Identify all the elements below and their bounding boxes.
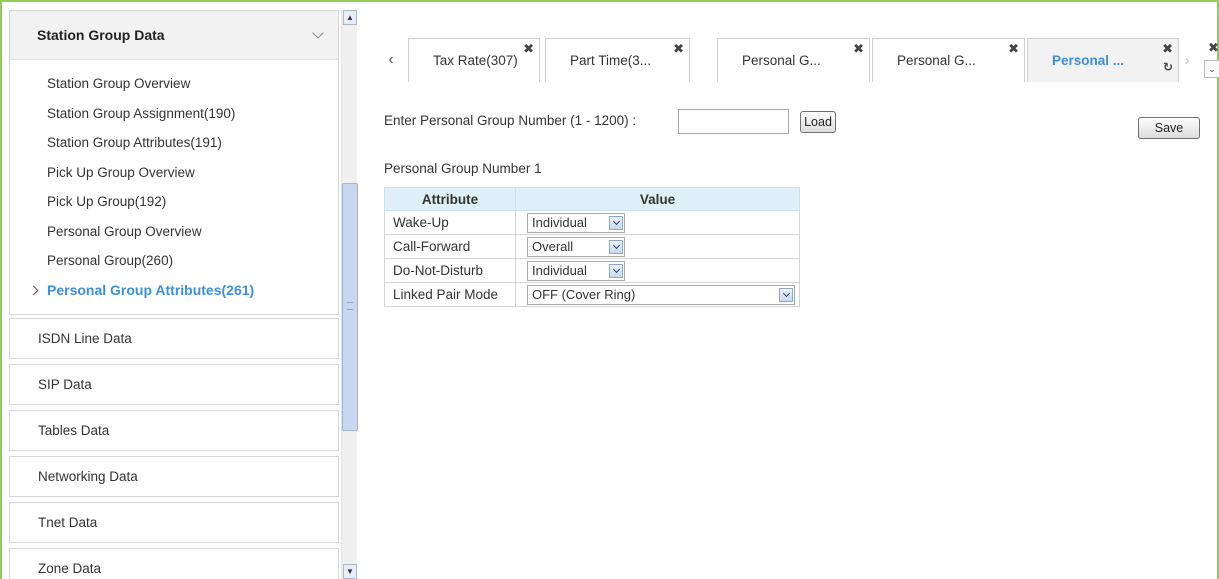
column-header-attribute: Attribute — [384, 187, 516, 211]
value-cell: OFF (Cover Ring) — [515, 282, 800, 307]
value-cell: Individual — [515, 210, 800, 235]
sidebar-section-zone-data[interactable]: Zone Data — [9, 548, 339, 579]
sidebar-section-sip-data[interactable]: SIP Data — [9, 364, 339, 405]
tab-label: Part Time(3... — [570, 53, 652, 68]
chevron-down-icon: ⌄ — [1208, 63, 1216, 74]
sidebar-section-label: Zone Data — [38, 561, 102, 576]
tab-personal-group-2[interactable]: Personal G... ✖ — [872, 38, 1025, 82]
table-row: Call-Forward Overall — [384, 234, 800, 259]
sidebar-item-pick-up-group-overview[interactable]: Pick Up Group Overview — [10, 158, 338, 188]
chevron-down-icon — [609, 263, 623, 278]
close-icon[interactable]: ✖ — [1162, 41, 1173, 57]
attribute-cell: Wake-Up — [384, 210, 516, 235]
table-row: Wake-Up Individual — [384, 210, 800, 235]
table-row: Do-Not-Disturb Individual — [384, 258, 800, 283]
sidebar-item-label: Pick Up Group Overview — [47, 164, 195, 180]
grip-icon — [347, 302, 353, 310]
attribute-cell: Linked Pair Mode — [384, 282, 516, 307]
station-group-header[interactable]: Station Group Data — [10, 11, 338, 60]
close-icon[interactable]: ✖ — [673, 41, 684, 57]
tab-tax-rate[interactable]: Tax Rate(307) ✖ — [408, 38, 540, 82]
sidebar-item-station-group-attributes[interactable]: Station Group Attributes(191) — [10, 128, 338, 158]
sidebar-item-label: Personal Group Attributes(261) — [47, 282, 255, 299]
station-group-panel: Station Group Data Station Group Overvie… — [9, 10, 339, 315]
personal-group-number-input[interactable] — [678, 109, 789, 134]
tab-label: Personal G... — [742, 53, 821, 68]
save-button[interactable]: Save — [1138, 117, 1200, 139]
sidebar-item-label: Pick Up Group(192) — [47, 194, 167, 210]
call-forward-select[interactable]: Overall — [527, 236, 625, 257]
sidebar-item-label: Station Group Overview — [47, 76, 191, 92]
refresh-icon[interactable]: ↻ — [1163, 60, 1173, 74]
sidebar-section-label: ISDN Line Data — [38, 331, 132, 346]
sidebar-item-label: Personal Group(260) — [47, 253, 174, 269]
sidebar-item-pick-up-group[interactable]: Pick Up Group(192) — [10, 187, 338, 217]
close-icon[interactable]: ✖ — [1208, 40, 1219, 56]
sidebar-section-label: Tnet Data — [38, 515, 98, 530]
sidebar-section-label: Networking Data — [38, 469, 138, 484]
sidebar-section-isdn-line-data[interactable]: ISDN Line Data — [9, 318, 339, 359]
column-header-value: Value — [515, 187, 800, 211]
attribute-cell: Do-Not-Disturb — [384, 258, 516, 283]
tab-bar: ‹ Tax Rate(307) ✖ Part Time(3... ✖ Perso… — [378, 38, 1219, 82]
chevron-down-icon — [609, 215, 623, 230]
attribute-cell: Call-Forward — [384, 234, 516, 259]
close-icon[interactable]: ✖ — [853, 41, 864, 57]
sidebar-section-networking-data[interactable]: Networking Data — [9, 456, 339, 497]
sidebar-section-tables-data[interactable]: Tables Data — [9, 410, 339, 451]
tab-scroll-right-button[interactable]: › — [1180, 38, 1194, 82]
scroll-down-button[interactable]: ▼ — [343, 564, 357, 579]
attributes-table: Attribute Value Wake-Up Individual Call-… — [384, 187, 800, 307]
select-value: Individual — [532, 215, 587, 230]
sidebar-item-label: Station Group Attributes(191) — [47, 135, 222, 151]
select-value: Individual — [532, 263, 587, 278]
value-cell: Overall — [515, 234, 800, 259]
select-value: Overall — [532, 239, 574, 254]
table-row: Linked Pair Mode OFF (Cover Ring) — [384, 282, 800, 307]
do-not-disturb-select[interactable]: Individual — [527, 260, 625, 281]
sidebar-item-label: Personal Group Overview — [47, 223, 202, 239]
sidebar: Station Group Data Station Group Overvie… — [9, 10, 339, 579]
station-group-menu: Station Group Overview Station Group Ass… — [10, 60, 338, 305]
tab-personal-group-1[interactable]: Personal G... ✖ — [717, 38, 870, 82]
select-value: OFF (Cover Ring) — [532, 287, 636, 302]
station-group-title: Station Group Data — [37, 27, 165, 43]
personal-group-title: Personal Group Number 1 — [384, 161, 542, 176]
wake-up-select[interactable]: Individual — [527, 212, 625, 233]
personal-group-number-prompt: Enter Personal Group Number (1 - 1200) : — [384, 113, 637, 128]
sidebar-item-personal-group-attributes[interactable]: Personal Group Attributes(261) — [10, 276, 338, 306]
tab-label: Personal G... — [897, 53, 976, 68]
chevron-down-icon — [312, 27, 324, 39]
tab-list-dropdown[interactable]: ⌄ — [1204, 60, 1219, 78]
sidebar-item-label: Station Group Assignment(190) — [47, 105, 236, 121]
linked-pair-mode-select[interactable]: OFF (Cover Ring) — [527, 284, 795, 305]
close-icon[interactable]: ✖ — [1008, 41, 1019, 57]
sidebar-item-personal-group-overview[interactable]: Personal Group Overview — [10, 217, 338, 247]
scroll-up-button[interactable]: ▲ — [343, 10, 357, 25]
sidebar-section-tnet-data[interactable]: Tnet Data — [9, 502, 339, 543]
chevron-down-icon — [779, 287, 793, 302]
sidebar-section-label: Tables Data — [38, 423, 110, 438]
sidebar-scrollbar[interactable]: ▲ ▼ — [341, 10, 358, 579]
sidebar-section-label: SIP Data — [38, 377, 92, 392]
tab-scroll-left-button[interactable]: ‹ — [378, 38, 404, 82]
tab-part-time[interactable]: Part Time(3... ✖ — [545, 38, 690, 82]
table-header-row: Attribute Value — [384, 187, 800, 211]
chevron-down-icon — [609, 239, 623, 254]
scrollbar-thumb[interactable] — [342, 183, 358, 431]
chevron-right-icon — [28, 285, 39, 295]
value-cell: Individual — [515, 258, 800, 283]
tab-personal-group-attributes[interactable]: Personal ... ✖ ↻ — [1027, 38, 1179, 82]
close-icon[interactable]: ✖ — [523, 41, 534, 57]
sidebar-item-station-group-overview[interactable]: Station Group Overview — [10, 69, 338, 99]
tab-label: Personal ... — [1052, 53, 1125, 68]
sidebar-item-personal-group[interactable]: Personal Group(260) — [10, 246, 338, 276]
tab-label: Tax Rate(307) — [433, 53, 518, 68]
sidebar-item-station-group-assignment[interactable]: Station Group Assignment(190) — [10, 99, 338, 129]
load-button[interactable]: Load — [800, 111, 836, 133]
